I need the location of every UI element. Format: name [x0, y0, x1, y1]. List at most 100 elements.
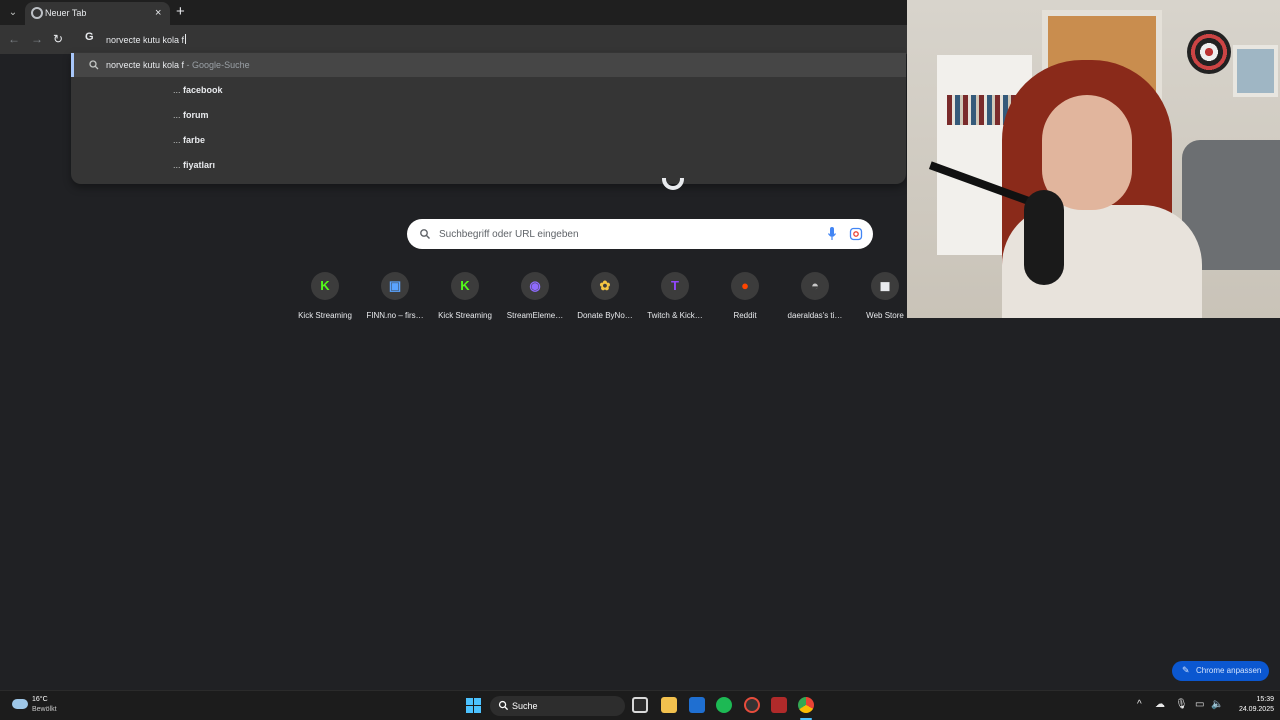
new-tab-button[interactable]: + — [176, 3, 185, 21]
google-logo — [662, 178, 684, 192]
dartboard — [1187, 30, 1231, 74]
kick-icon: K — [460, 278, 470, 293]
display-icon[interactable]: ▭ — [1195, 699, 1204, 711]
google-icon: G — [85, 31, 94, 43]
shortcut-icon: K — [311, 272, 339, 300]
task-view-icon[interactable] — [632, 697, 648, 713]
file-explorer-icon[interactable] — [661, 697, 677, 713]
omnibox-suggestions: norvecte kutu kola f - Google-Suche ... … — [71, 52, 906, 184]
reddit-icon: ● — [741, 278, 749, 293]
streamelements-icon: ◉ — [529, 278, 541, 293]
tab-search-button[interactable]: ⌄ — [4, 4, 22, 22]
shortcut-tile[interactable]: ● Reddit — [710, 270, 780, 322]
spotify-icon[interactable] — [716, 697, 732, 713]
suggestion-text: forum — [183, 110, 209, 120]
shortcut-icon: T — [661, 272, 689, 300]
search-icon — [420, 229, 430, 239]
finn-icon: ▣ — [388, 278, 402, 293]
shortcut-label: daeraldas's ti… — [787, 311, 843, 320]
suggestion-text: facebook — [183, 85, 223, 95]
suggestion-item[interactable]: ... forum — [173, 110, 209, 120]
suggestion-text: farbe — [183, 135, 206, 145]
shortcut-tile[interactable]: ✿ Donate ByNo… — [570, 270, 640, 322]
search-placeholder: Suchbegriff oder URL eingeben — [439, 229, 579, 240]
chrome-icon[interactable] — [798, 697, 814, 713]
suggestion-item[interactable]: ... fiyatları — [173, 160, 215, 170]
tab-neuer-tab[interactable]: Neuer Tab × — [25, 2, 170, 25]
suggestion-suffix: - Google-Suche — [184, 60, 250, 70]
web-store-icon: ◼ — [879, 278, 891, 293]
shortcut-label: Twitch & Kick… — [647, 311, 703, 320]
text-caret — [185, 34, 187, 44]
screen: ⌄ Neuer Tab × + ← → ↻ G norvecte kutu ko… — [0, 0, 1280, 720]
shortcut-tiles: K Kick Streaming ▣ FINN.no – firs… K Kic… — [290, 270, 915, 325]
weather-temperature[interactable]: 16°C — [32, 696, 48, 703]
reload-button[interactable]: ↻ — [53, 31, 63, 47]
shortcut-icon: ● — [731, 272, 759, 300]
tab-close-button[interactable]: × — [155, 6, 161, 20]
microphone-icon[interactable]: 🎙 — [1175, 699, 1188, 711]
shortcut-label: FINN.no – firs… — [366, 311, 424, 320]
shortcut-label: StreamEleme… — [506, 311, 564, 320]
obs-icon[interactable] — [744, 697, 760, 713]
suggestion-prefix: ... — [173, 110, 184, 120]
shortcut-tile[interactable]: K Kick Streaming — [290, 270, 360, 322]
avatar-icon: ◓ — [811, 278, 819, 293]
suggestion-prefix: ... — [173, 160, 184, 170]
shortcut-label: Kick Streaming — [438, 311, 492, 320]
tray-overflow-icon[interactable]: ^ — [1137, 699, 1142, 711]
pencil-icon: ✎ — [1182, 665, 1190, 675]
suggestion-item[interactable]: ... farbe — [173, 135, 205, 145]
shortcut-tile[interactable]: ▣ FINN.no – firs… — [360, 270, 430, 322]
search-icon — [89, 60, 99, 70]
store-icon[interactable] — [689, 697, 705, 713]
suggestion-prefix: ... — [173, 85, 184, 95]
windows-start-icon[interactable] — [466, 698, 481, 713]
forward-button[interactable]: → — [31, 31, 43, 47]
shortcut-label: Reddit — [733, 311, 757, 320]
suggestion-text: fiyatları — [183, 160, 216, 170]
chrome-favicon-icon — [31, 7, 43, 19]
shortcut-tile[interactable]: ◓ daeraldas's ti… — [780, 270, 850, 322]
tab-title: Neuer Tab — [45, 8, 87, 18]
taskbar-search[interactable]: Suche — [490, 696, 625, 716]
picture-frame — [1233, 45, 1278, 97]
shortcut-label: Kick Streaming — [298, 311, 352, 320]
onedrive-icon[interactable]: ☁ — [1155, 699, 1165, 711]
shortcut-icon: ◼ — [871, 272, 899, 300]
voicemeeter-icon[interactable] — [771, 697, 787, 713]
shortcut-tile[interactable]: T Twitch & Kick… — [640, 270, 710, 322]
omnibox-input[interactable]: norvecte kutu kola f — [106, 34, 187, 45]
webcam-overlay — [907, 0, 1280, 318]
shortcut-icon: ◓ — [801, 272, 829, 300]
suggestion-item[interactable]: ... facebook — [173, 85, 223, 95]
ntp-search-box[interactable]: Suchbegriff oder URL eingeben — [407, 219, 873, 249]
volume-muted-icon[interactable]: 🔈 — [1211, 699, 1223, 711]
shortcut-tile[interactable]: K Kick Streaming — [430, 270, 500, 322]
cloud-icon[interactable] — [12, 699, 28, 709]
microphone-icon[interactable] — [827, 226, 837, 242]
donate-icon: ✿ — [599, 278, 611, 293]
clock-date[interactable]: 24.09.2025 — [1230, 706, 1274, 713]
clock-time[interactable]: 15:39 — [1244, 696, 1274, 703]
customize-chrome-button[interactable]: ✎ Chrome anpassen — [1172, 661, 1269, 681]
customize-label: Chrome anpassen — [1196, 666, 1262, 675]
google-lens-icon[interactable] — [849, 227, 863, 241]
shortcut-icon: ▣ — [381, 272, 409, 300]
suggestion-search-row[interactable]: norvecte kutu kola f - Google-Suche — [71, 53, 906, 77]
suggestion-query: norvecte kutu kola f — [106, 60, 185, 70]
suggestion-prefix: ... — [173, 135, 184, 145]
back-button[interactable]: ← — [8, 31, 20, 47]
microphone — [1024, 190, 1064, 285]
shortcut-label: Donate ByNo… — [577, 311, 633, 320]
kick-icon: K — [320, 278, 330, 293]
twitch-icon: T — [671, 278, 679, 293]
shortcut-icon: K — [451, 272, 479, 300]
search-icon — [498, 700, 509, 711]
shortcut-icon: ◉ — [521, 272, 549, 300]
shortcut-tile[interactable]: ◉ StreamEleme… — [500, 270, 570, 322]
shortcut-icon: ✿ — [591, 272, 619, 300]
weather-description[interactable]: Bewölkt — [32, 706, 57, 713]
taskbar-search-label: Suche — [512, 701, 538, 711]
suggestion-main-text: norvecte kutu kola f - Google-Suche — [106, 60, 250, 70]
